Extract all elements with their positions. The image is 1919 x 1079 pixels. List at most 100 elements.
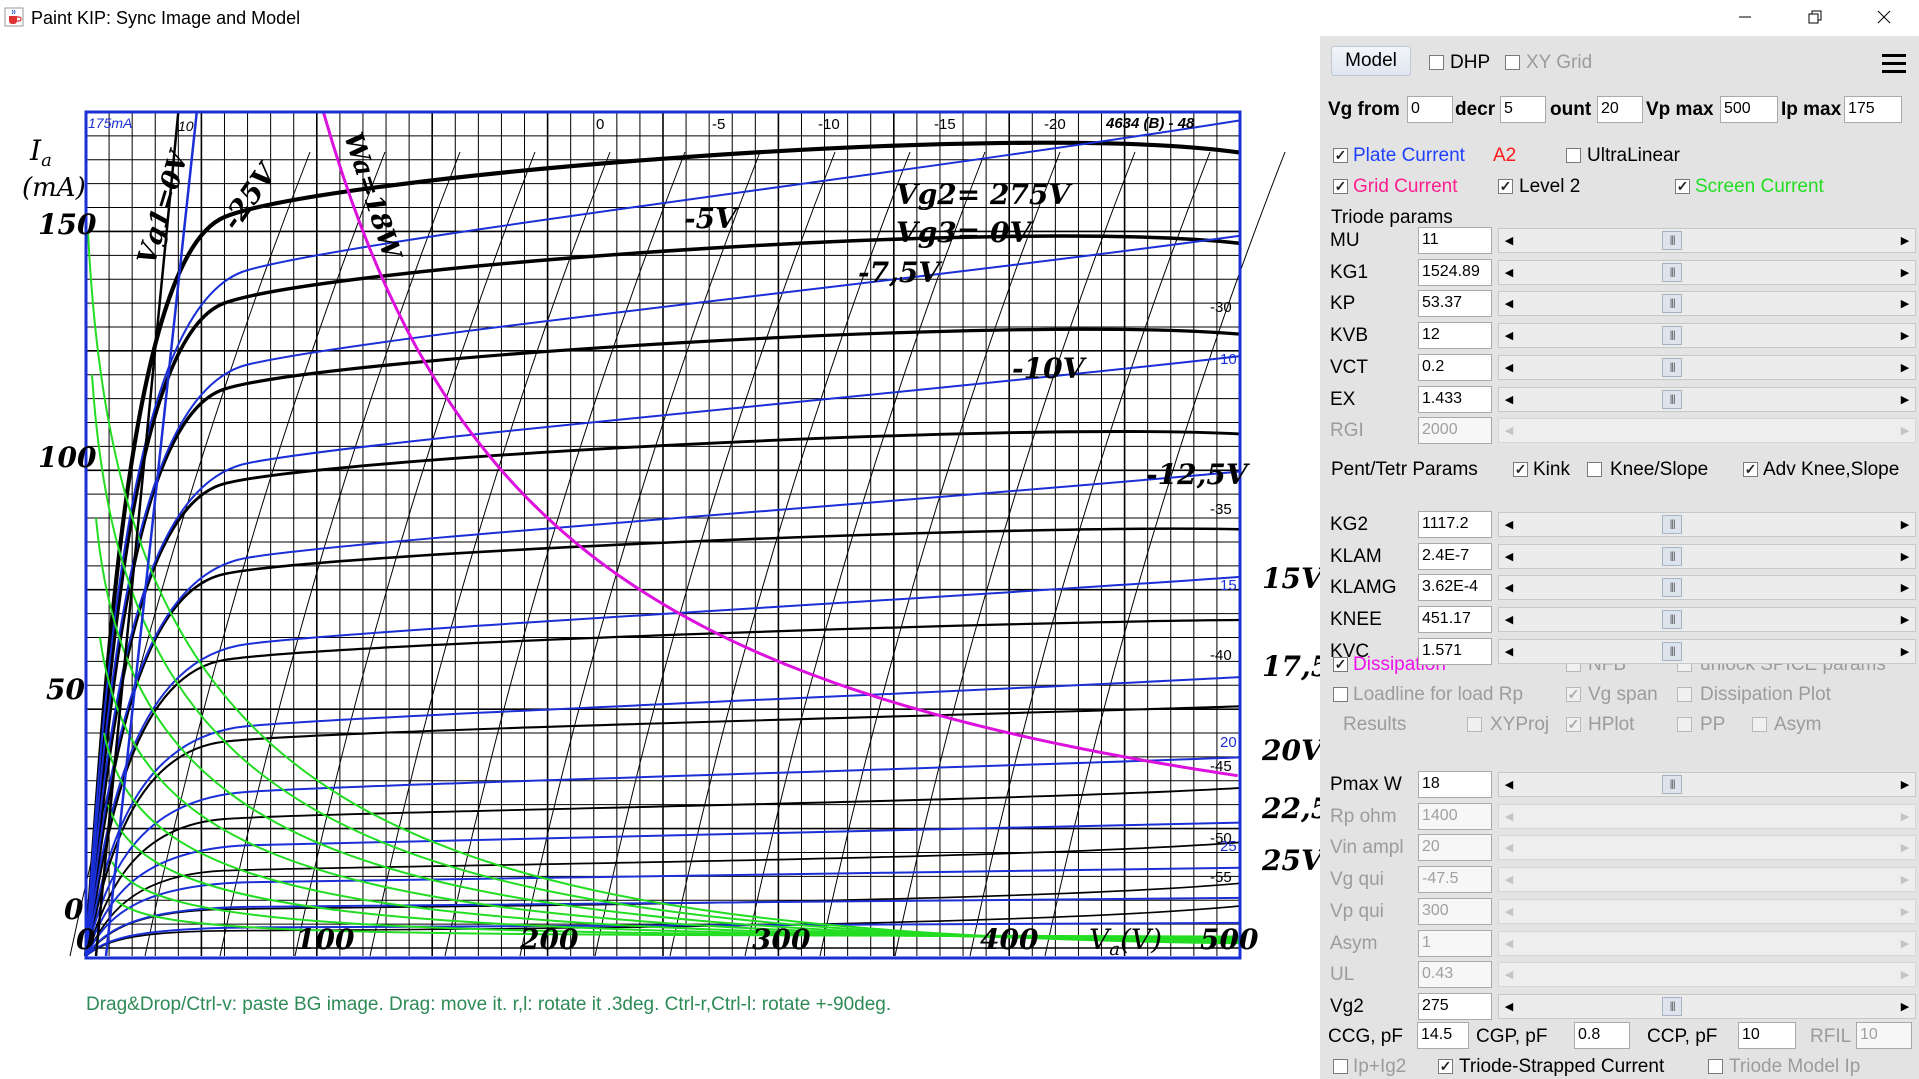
scroll-left-icon[interactable]: ◀ bbox=[1499, 292, 1519, 315]
param-value-field[interactable]: 275 bbox=[1418, 992, 1492, 1020]
param-slider[interactable]: ◀ ▶ bbox=[1498, 898, 1916, 924]
scroll-right-icon[interactable]: ▶ bbox=[1895, 932, 1915, 955]
scroll-right-icon[interactable]: ▶ bbox=[1895, 388, 1915, 411]
plot-area[interactable]: Ia (mA) 150 100 50 0 0 100 200 300 400 V… bbox=[0, 36, 1320, 1079]
scroll-left-icon[interactable]: ◀ bbox=[1499, 868, 1519, 891]
vg-from-field[interactable]: 0 bbox=[1407, 96, 1453, 123]
scroll-left-icon[interactable]: ◀ bbox=[1499, 545, 1519, 568]
ip-ig2-checkbox[interactable] bbox=[1333, 1059, 1348, 1074]
scroll-left-icon[interactable]: ◀ bbox=[1499, 513, 1519, 536]
slider-thumb[interactable]: ||| bbox=[1662, 262, 1683, 282]
scroll-right-icon[interactable]: ▶ bbox=[1895, 900, 1915, 923]
param-slider[interactable]: ◀ ▶ ||| bbox=[1498, 354, 1916, 380]
triode-model-ip-checkbox[interactable] bbox=[1708, 1059, 1723, 1074]
knee-slope-checkbox[interactable] bbox=[1587, 462, 1602, 477]
kink-checkbox[interactable]: ✓ bbox=[1513, 462, 1528, 477]
slider-thumb[interactable]: ||| bbox=[1662, 610, 1683, 630]
slider-thumb[interactable]: ||| bbox=[1662, 326, 1683, 346]
param-slider[interactable]: ◀ ▶ ||| bbox=[1498, 512, 1916, 537]
param-value-field[interactable]: 1524.89 bbox=[1418, 258, 1492, 286]
scroll-left-icon[interactable]: ◀ bbox=[1499, 356, 1519, 379]
scroll-left-icon[interactable]: ◀ bbox=[1499, 324, 1519, 347]
param-slider[interactable]: ◀ ▶ bbox=[1498, 418, 1916, 444]
rfil-field[interactable]: 10 bbox=[1856, 1022, 1912, 1049]
slider-thumb[interactable]: ||| bbox=[1662, 996, 1683, 1016]
dissipation-plot-checkbox[interactable] bbox=[1677, 687, 1692, 702]
scroll-right-icon[interactable]: ▶ bbox=[1895, 545, 1915, 568]
scroll-left-icon[interactable]: ◀ bbox=[1499, 963, 1519, 986]
minimize-button[interactable] bbox=[1710, 0, 1780, 34]
param-value-field[interactable]: 3.62E-4 bbox=[1418, 574, 1492, 602]
slider-thumb[interactable]: ||| bbox=[1662, 641, 1683, 661]
scroll-right-icon[interactable]: ▶ bbox=[1895, 608, 1915, 631]
scroll-right-icon[interactable]: ▶ bbox=[1895, 995, 1915, 1018]
param-slider[interactable]: ◀ ▶ ||| bbox=[1498, 638, 1916, 664]
scroll-right-icon[interactable]: ▶ bbox=[1895, 963, 1915, 986]
scroll-left-icon[interactable]: ◀ bbox=[1499, 261, 1519, 284]
scroll-right-icon[interactable]: ▶ bbox=[1895, 576, 1915, 599]
slider-thumb[interactable]: ||| bbox=[1662, 389, 1683, 409]
triode-strapped-checkbox[interactable]: ✓ bbox=[1438, 1059, 1453, 1074]
asym-checkbox[interactable] bbox=[1752, 717, 1767, 732]
tube-characteristic-chart[interactable]: Ia (mA) 150 100 50 0 0 100 200 300 400 V… bbox=[0, 36, 1320, 1079]
scroll-left-icon[interactable]: ◀ bbox=[1499, 805, 1519, 828]
ultralinear-checkbox[interactable] bbox=[1566, 148, 1581, 163]
loadline-checkbox[interactable] bbox=[1333, 687, 1348, 702]
slider-thumb[interactable]: ||| bbox=[1662, 578, 1683, 598]
scroll-left-icon[interactable]: ◀ bbox=[1499, 576, 1519, 599]
scroll-left-icon[interactable]: ◀ bbox=[1499, 608, 1519, 631]
ccg-field[interactable]: 14.5 bbox=[1417, 1022, 1469, 1049]
dhp-checkbox[interactable] bbox=[1429, 55, 1444, 70]
close-button[interactable] bbox=[1849, 0, 1919, 34]
param-slider[interactable]: ◀ ▶ bbox=[1498, 835, 1916, 861]
scroll-right-icon[interactable]: ▶ bbox=[1895, 292, 1915, 315]
param-value-field[interactable]: 1400 bbox=[1418, 802, 1492, 830]
param-value-field[interactable]: -47.5 bbox=[1418, 866, 1492, 894]
param-slider[interactable]: ◀ ▶ ||| bbox=[1498, 993, 1916, 1019]
param-slider[interactable]: ◀ ▶ bbox=[1498, 962, 1916, 988]
scroll-left-icon[interactable]: ◀ bbox=[1499, 995, 1519, 1018]
vg-span-checkbox[interactable]: ✓ bbox=[1566, 687, 1581, 702]
model-button[interactable]: Model bbox=[1331, 46, 1411, 76]
scroll-right-icon[interactable]: ▶ bbox=[1895, 261, 1915, 284]
param-slider[interactable]: ◀ ▶ ||| bbox=[1498, 386, 1916, 412]
slider-thumb[interactable]: ||| bbox=[1662, 231, 1683, 250]
param-value-field[interactable]: 1.433 bbox=[1418, 385, 1492, 413]
xyproj-checkbox[interactable] bbox=[1467, 717, 1482, 732]
scroll-left-icon[interactable]: ◀ bbox=[1499, 900, 1519, 923]
screen-current-checkbox[interactable]: ✓ bbox=[1675, 179, 1690, 194]
adv-knee-slope-checkbox[interactable]: ✓ bbox=[1743, 462, 1758, 477]
vp-max-field[interactable]: 500 bbox=[1720, 96, 1778, 123]
scroll-right-icon[interactable]: ▶ bbox=[1895, 640, 1915, 663]
hplot-checkbox[interactable]: ✓ bbox=[1566, 717, 1581, 732]
scroll-right-icon[interactable]: ▶ bbox=[1895, 229, 1915, 252]
param-value-field[interactable]: 1 bbox=[1418, 929, 1492, 957]
pp-checkbox[interactable] bbox=[1677, 717, 1692, 732]
param-slider[interactable]: ◀ ▶ ||| bbox=[1498, 291, 1916, 317]
scroll-right-icon[interactable]: ▶ bbox=[1895, 773, 1915, 796]
scroll-right-icon[interactable]: ▶ bbox=[1895, 868, 1915, 891]
param-value-field[interactable]: 1117.2 bbox=[1418, 511, 1492, 538]
cgp-field[interactable]: 0.8 bbox=[1574, 1022, 1630, 1049]
scroll-left-icon[interactable]: ◀ bbox=[1499, 419, 1519, 442]
scroll-left-icon[interactable]: ◀ bbox=[1499, 388, 1519, 411]
scroll-right-icon[interactable]: ▶ bbox=[1895, 805, 1915, 828]
param-value-field[interactable]: 300 bbox=[1418, 897, 1492, 925]
slider-thumb[interactable]: ||| bbox=[1662, 515, 1683, 534]
param-slider[interactable]: ◀ ▶ ||| bbox=[1498, 259, 1916, 285]
level2-checkbox[interactable]: ✓ bbox=[1498, 179, 1513, 194]
grid-current-checkbox[interactable]: ✓ bbox=[1333, 179, 1348, 194]
param-slider[interactable]: ◀ ▶ ||| bbox=[1498, 323, 1916, 349]
param-slider[interactable]: ◀ ▶ bbox=[1498, 803, 1916, 829]
scroll-right-icon[interactable]: ▶ bbox=[1895, 324, 1915, 347]
param-value-field[interactable]: 2000 bbox=[1418, 417, 1492, 445]
scroll-left-icon[interactable]: ◀ bbox=[1499, 773, 1519, 796]
slider-thumb[interactable]: ||| bbox=[1662, 294, 1683, 314]
scroll-left-icon[interactable]: ◀ bbox=[1499, 836, 1519, 859]
scroll-right-icon[interactable]: ▶ bbox=[1895, 419, 1915, 442]
restore-button[interactable] bbox=[1780, 0, 1850, 34]
param-value-field[interactable]: 53.37 bbox=[1418, 290, 1492, 318]
ip-max-field[interactable]: 175 bbox=[1844, 96, 1902, 123]
scroll-left-icon[interactable]: ◀ bbox=[1499, 932, 1519, 955]
slider-thumb[interactable]: ||| bbox=[1662, 357, 1683, 377]
